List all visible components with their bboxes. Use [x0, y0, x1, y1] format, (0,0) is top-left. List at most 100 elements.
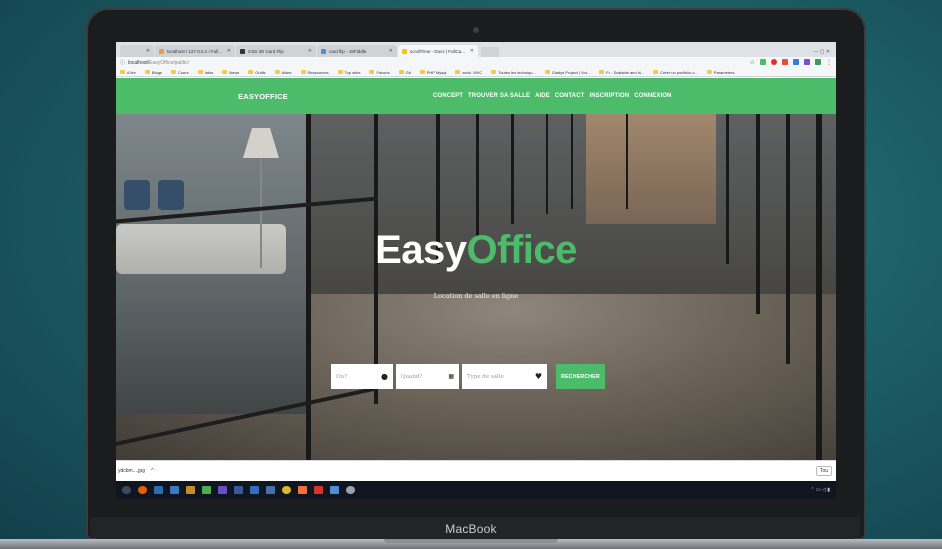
bookmark-item[interactable]: Gladys Project | Vot... — [544, 69, 591, 75]
taskbar-app-icon[interactable] — [314, 486, 323, 494]
info-icon[interactable]: ⓘ — [120, 59, 125, 66]
opera-icon[interactable] — [771, 59, 777, 65]
bookmark-label: Favoris — [376, 69, 390, 75]
bookmark-label: Aides — [281, 69, 292, 75]
chrome-icon[interactable] — [282, 486, 291, 494]
folder-icon — [369, 70, 375, 74]
phpmyadmin-favicon-icon — [159, 48, 164, 54]
folder-icon — [274, 70, 280, 74]
close-icon[interactable]: ✕ — [143, 48, 150, 54]
taskbar-app-icon[interactable] — [234, 486, 243, 494]
bookmark-label: Gladys Project | Vot... — [551, 69, 591, 75]
bookmarks-bar: A lire Blogs Cours Infos News Outils Aides Ress… — [116, 68, 836, 77]
taskbar-app-icon[interactable] — [250, 486, 259, 494]
browser-tab-active[interactable]: scrollTime - Docs | FullCa... ✕ — [398, 45, 478, 57]
nav-link-contact[interactable]: CONTACT — [555, 93, 585, 99]
bookmark-label: Infos — [204, 69, 214, 75]
extension-icon[interactable] — [782, 59, 788, 65]
extension-icon[interactable] — [793, 59, 799, 65]
bookmark-label: Créer un portfolio o... — [660, 69, 698, 75]
bookmark-label: Paramètres — [713, 69, 735, 75]
bookmark-item[interactable]: archi. MVC — [455, 70, 482, 75]
folder-icon — [599, 70, 605, 74]
bookmark-label: Outils — [255, 69, 266, 75]
bookmark-item[interactable]: Favoris — [369, 69, 390, 75]
chevron-up-icon[interactable]: ^ — [151, 468, 154, 474]
bookmark-item[interactable]: Git — [398, 70, 411, 75]
site-navbar: EASYOFFICE CONCEPT TROUVER SA SALLE AIDE… — [116, 78, 836, 114]
taskbar-app-icon[interactable] — [346, 486, 355, 494]
bookmark-item[interactable]: Cours — [170, 70, 189, 75]
bookmark-item[interactable]: A lire — [120, 70, 136, 75]
bookmark-item[interactable]: Aides — [274, 69, 292, 75]
close-icon[interactable]: ✕ — [305, 48, 312, 54]
taskbar-app-icon[interactable] — [266, 486, 275, 494]
os-taskbar: ⌃ ▭ ◁ ▮ — [116, 481, 836, 499]
folder-icon — [653, 70, 659, 74]
nav-link-trouver-sa-salle[interactable]: TROUVER SA SALLE — [468, 93, 530, 99]
site-logo[interactable]: EASYOFFICE — [238, 92, 288, 101]
browser-tab-bar: ✕ localhost / 127.0.0.1 / Full... ✕ CSS … — [116, 42, 836, 57]
bookmark-item[interactable]: Créer un portfolio o... — [653, 70, 698, 75]
folder-icon — [197, 70, 203, 74]
star-icon[interactable]: ☆ — [750, 59, 755, 66]
taskbar-app-icon[interactable] — [154, 486, 163, 494]
taskbar-app-icon[interactable] — [186, 486, 195, 494]
bookmark-item[interactable]: Toutes les techniqu... — [491, 70, 536, 75]
calendar-icon: ▦ — [448, 373, 454, 380]
bookmark-item[interactable]: Top sites — [337, 69, 361, 75]
taskbar-app-icon[interactable] — [298, 486, 307, 494]
nav-link-connexion[interactable]: CONNEXION — [634, 93, 671, 99]
menu-icon[interactable]: ⋮ — [826, 59, 832, 66]
hero-title-easy: Easy — [375, 228, 467, 272]
extension-icon[interactable] — [804, 59, 810, 65]
laptop-brand-label: MacBook — [445, 522, 497, 536]
hero-title: EasyOffice — [116, 228, 836, 273]
search-button[interactable]: RECHERCHER — [556, 364, 605, 389]
screen: ✕ localhost / 127.0.0.1 / Full... ✕ CSS … — [116, 42, 836, 499]
search-form: Où? ● Quand? ▦ Type de salle ♥ RECHERCHE… — [331, 364, 605, 389]
taskbar-app-icon[interactable] — [330, 486, 339, 494]
room-type-select[interactable]: Type de salle ♥ — [462, 364, 547, 389]
bookmark-item[interactable]: Infos — [197, 69, 214, 75]
bookmark-item[interactable]: Outils — [248, 69, 266, 75]
nav-link-concept[interactable]: CONCEPT — [433, 93, 463, 99]
extension-icon[interactable] — [815, 59, 821, 65]
extension-icon[interactable] — [760, 59, 766, 65]
folder-icon — [300, 70, 306, 74]
nav-link-inscription[interactable]: INSCRIPTION — [589, 93, 629, 99]
new-tab-button[interactable] — [481, 47, 499, 57]
start-icon[interactable] — [122, 486, 131, 494]
bookmark-item[interactable]: Fr - Scalable and hi... — [599, 70, 644, 75]
where-input[interactable]: Où? ● — [331, 364, 393, 389]
download-item[interactable]: ydcbm....jpg — [118, 468, 145, 474]
bookmark-item[interactable]: Ressources — [300, 70, 329, 75]
system-tray-icons[interactable]: ⌃ ▭ ◁ ▮ — [810, 487, 830, 493]
close-icon[interactable]: ✕ — [386, 48, 393, 54]
bookmark-item[interactable]: Blogs — [144, 69, 162, 75]
bookmark-item[interactable]: Paramètres — [706, 69, 735, 75]
bookmark-item[interactable]: PHP Mysql — [419, 70, 446, 75]
hero-overlay — [116, 114, 836, 460]
firefox-icon[interactable] — [138, 486, 147, 494]
url-field[interactable]: localhost/ EasyOffice/public/ — [128, 60, 189, 66]
taskbar-app-icon[interactable] — [218, 486, 227, 494]
when-input[interactable]: Quand? ▦ — [396, 364, 459, 389]
bookmark-label: Blogs — [151, 69, 162, 75]
when-placeholder: Quand? — [401, 373, 423, 380]
tab-label: card flip - JSFiddle — [329, 48, 367, 54]
show-all-downloads-button[interactable]: Tou — [815, 466, 832, 476]
taskbar-app-icon[interactable] — [202, 486, 211, 494]
close-icon[interactable]: ✕ — [224, 48, 231, 54]
bookmark-label: Top sites — [344, 69, 361, 75]
browser-tab[interactable]: ✕ — [120, 45, 154, 57]
browser-tab[interactable]: localhost / 127.0.0.1 / Full... ✕ — [155, 45, 235, 57]
bookmark-item[interactable]: News — [222, 70, 239, 75]
browser-tab[interactable]: CSS 3D Card Flip ✕ — [236, 45, 316, 57]
address-bar[interactable]: ⓘ localhost/ EasyOffice/public/ ☆ ⋮ — [116, 57, 836, 68]
window-controls[interactable]: — ▢ ✕ — [813, 49, 836, 57]
close-icon[interactable]: ✕ — [467, 48, 474, 54]
browser-tab[interactable]: card flip - JSFiddle ✕ — [317, 45, 397, 57]
taskbar-app-icon[interactable] — [170, 486, 179, 494]
nav-link-aide[interactable]: AIDE — [535, 93, 550, 99]
